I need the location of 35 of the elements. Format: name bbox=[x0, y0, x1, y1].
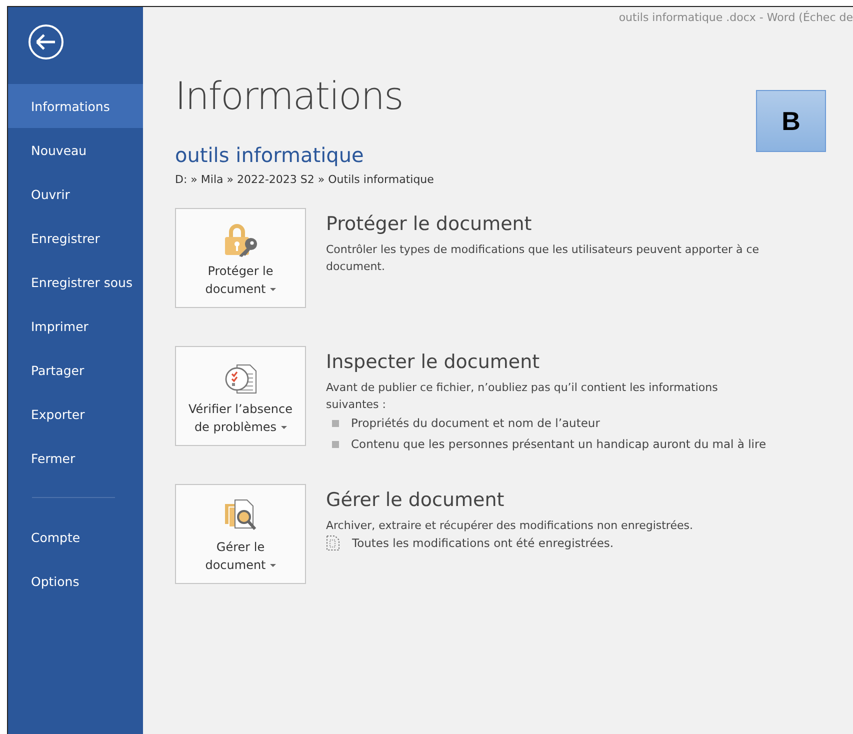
sidebar-item[interactable]: Exporter bbox=[8, 392, 143, 436]
inspect-button[interactable]: Vérifier l’absence de problèmes bbox=[175, 346, 306, 446]
label-badge: B bbox=[756, 90, 826, 152]
sidebar-item[interactable]: Enregistrer sous bbox=[8, 260, 143, 304]
document-icon bbox=[326, 534, 340, 551]
section-description: Archiver, extraire et récupérer des modifications non enregistrées. bbox=[326, 518, 694, 534]
sidebar-item[interactable]: Enregistrer bbox=[8, 216, 143, 260]
sidebar-item[interactable]: Partager bbox=[8, 348, 143, 392]
section-description: Avant de publier ce fichier, n’oubliez pas qu’il contient les informations suivantes : bbox=[326, 380, 719, 413]
sidebar-item[interactable]: Fermer bbox=[8, 436, 143, 480]
caret-icon bbox=[270, 288, 276, 292]
protect-button[interactable]: Protéger le document bbox=[175, 208, 306, 308]
checklist-document-icon bbox=[224, 362, 258, 396]
caret-icon bbox=[270, 564, 276, 568]
section-heading: Protéger le document bbox=[326, 214, 532, 235]
status-text: Toutes les modifications ont été enregistrées. bbox=[352, 534, 614, 552]
manage-button[interactable]: Gérer le document bbox=[175, 484, 306, 584]
bullet-icon bbox=[332, 420, 339, 427]
sidebar-item[interactable]: Informations bbox=[8, 84, 143, 128]
section-heading: Gérer le document bbox=[326, 490, 504, 511]
sidebar-item[interactable]: Ouvrir bbox=[8, 172, 143, 216]
document-name: outils informatique bbox=[175, 143, 364, 167]
sidebar-item[interactable]: Compte bbox=[8, 515, 143, 559]
caret-icon bbox=[280, 426, 287, 430]
section-heading: Inspecter le document bbox=[326, 352, 540, 373]
list-item: Contenu que les personnes présentant un handicap auront du mal à lire bbox=[351, 436, 766, 453]
bullet-icon bbox=[332, 440, 339, 448]
list-item: Propriétés du document et nom de l’auteur bbox=[351, 414, 600, 432]
file-path: D: » Mila » 2022-2023 S2 » Outils informatique bbox=[175, 173, 434, 186]
window-title: outils informatique .docx - Word (Échec de bbox=[618, 10, 853, 26]
sidebar-item[interactable]: Imprimer bbox=[8, 304, 143, 348]
sidebar-item[interactable]: Options bbox=[8, 559, 143, 603]
section-description: Contrôler les types de modifications que les utilisateurs peuvent apporter à ce document. bbox=[326, 242, 760, 275]
page-title: Informations bbox=[175, 77, 403, 115]
sidebar-item[interactable]: Nouveau bbox=[8, 128, 143, 172]
